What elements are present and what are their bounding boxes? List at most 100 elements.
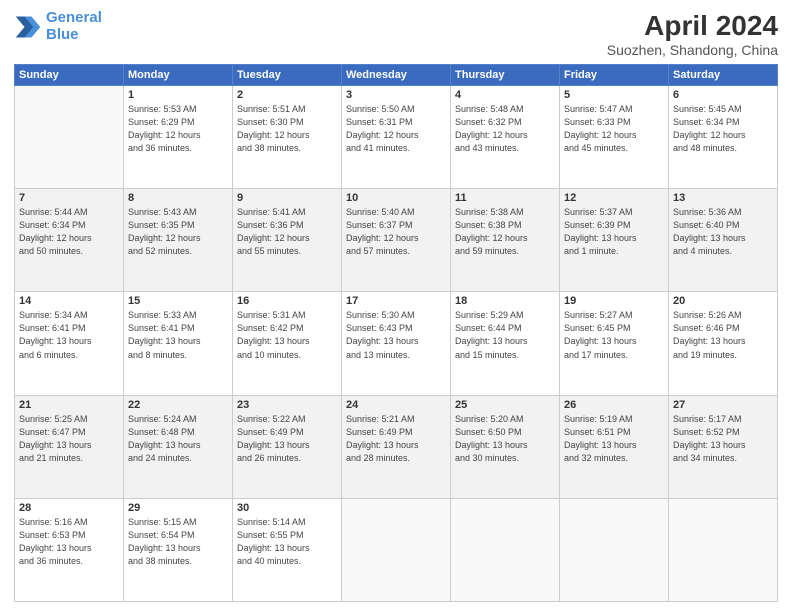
logo-line2: Blue	[46, 26, 79, 43]
day-info: Sunrise: 5:14 AM Sunset: 6:55 PM Dayligh…	[237, 516, 337, 568]
day-info: Sunrise: 5:16 AM Sunset: 6:53 PM Dayligh…	[19, 516, 119, 568]
day-info: Sunrise: 5:26 AM Sunset: 6:46 PM Dayligh…	[673, 309, 773, 361]
day-info: Sunrise: 5:27 AM Sunset: 6:45 PM Dayligh…	[564, 309, 664, 361]
day-info: Sunrise: 5:51 AM Sunset: 6:30 PM Dayligh…	[237, 103, 337, 155]
day-number: 30	[237, 502, 337, 514]
day-number: 24	[346, 399, 446, 411]
day-info: Sunrise: 5:38 AM Sunset: 6:38 PM Dayligh…	[455, 206, 555, 258]
day-cell	[451, 498, 560, 601]
day-info: Sunrise: 5:33 AM Sunset: 6:41 PM Dayligh…	[128, 309, 228, 361]
day-cell: 17 Sunrise: 5:30 AM Sunset: 6:43 PM Dayli…	[342, 292, 451, 395]
day-info: Sunrise: 5:36 AM Sunset: 6:40 PM Dayligh…	[673, 206, 773, 258]
logo: General Blue	[14, 10, 102, 43]
logo-line1: General	[46, 9, 102, 26]
day-cell: 19 Sunrise: 5:27 AM Sunset: 6:45 PM Dayli…	[560, 292, 669, 395]
day-number: 12	[564, 192, 664, 204]
day-info: Sunrise: 5:41 AM Sunset: 6:36 PM Dayligh…	[237, 206, 337, 258]
col-header-monday: Monday	[124, 65, 233, 86]
day-cell: 4 Sunrise: 5:48 AM Sunset: 6:32 PM Daylig…	[451, 86, 560, 189]
col-header-wednesday: Wednesday	[342, 65, 451, 86]
day-cell: 27 Sunrise: 5:17 AM Sunset: 6:52 PM Dayli…	[669, 395, 778, 498]
day-number: 13	[673, 192, 773, 204]
page: General Blue April 2024 Suozhen, Shandon…	[0, 0, 792, 612]
day-info: Sunrise: 5:29 AM Sunset: 6:44 PM Dayligh…	[455, 309, 555, 361]
day-number: 26	[564, 399, 664, 411]
header: General Blue April 2024 Suozhen, Shandon…	[14, 10, 778, 58]
col-header-friday: Friday	[560, 65, 669, 86]
logo-text: General Blue	[46, 10, 102, 43]
header-row: SundayMondayTuesdayWednesdayThursdayFrid…	[15, 65, 778, 86]
day-cell: 3 Sunrise: 5:50 AM Sunset: 6:31 PM Daylig…	[342, 86, 451, 189]
day-number: 20	[673, 295, 773, 307]
day-number: 29	[128, 502, 228, 514]
day-cell: 8 Sunrise: 5:43 AM Sunset: 6:35 PM Daylig…	[124, 189, 233, 292]
day-cell: 16 Sunrise: 5:31 AM Sunset: 6:42 PM Dayli…	[233, 292, 342, 395]
day-cell: 13 Sunrise: 5:36 AM Sunset: 6:40 PM Dayli…	[669, 189, 778, 292]
day-number: 16	[237, 295, 337, 307]
day-info: Sunrise: 5:21 AM Sunset: 6:49 PM Dayligh…	[346, 413, 446, 465]
subtitle: Suozhen, Shandong, China	[607, 42, 778, 58]
day-number: 17	[346, 295, 446, 307]
day-info: Sunrise: 5:25 AM Sunset: 6:47 PM Dayligh…	[19, 413, 119, 465]
day-number: 2	[237, 89, 337, 101]
day-cell: 24 Sunrise: 5:21 AM Sunset: 6:49 PM Dayli…	[342, 395, 451, 498]
day-cell	[15, 86, 124, 189]
day-number: 7	[19, 192, 119, 204]
col-header-saturday: Saturday	[669, 65, 778, 86]
day-info: Sunrise: 5:47 AM Sunset: 6:33 PM Dayligh…	[564, 103, 664, 155]
day-number: 15	[128, 295, 228, 307]
day-cell: 29 Sunrise: 5:15 AM Sunset: 6:54 PM Dayli…	[124, 498, 233, 601]
week-row-4: 21 Sunrise: 5:25 AM Sunset: 6:47 PM Dayli…	[15, 395, 778, 498]
day-cell: 26 Sunrise: 5:19 AM Sunset: 6:51 PM Dayli…	[560, 395, 669, 498]
day-number: 27	[673, 399, 773, 411]
day-number: 10	[346, 192, 446, 204]
week-row-3: 14Sunrise: 5:34 AM Sunset: 6:41 PM Dayli…	[15, 292, 778, 395]
day-info: Sunrise: 5:50 AM Sunset: 6:31 PM Dayligh…	[346, 103, 446, 155]
day-number: 14	[19, 295, 119, 307]
day-info: Sunrise: 5:53 AM Sunset: 6:29 PM Dayligh…	[128, 103, 228, 155]
day-info: Sunrise: 5:30 AM Sunset: 6:43 PM Dayligh…	[346, 309, 446, 361]
day-cell: 14Sunrise: 5:34 AM Sunset: 6:41 PM Dayli…	[15, 292, 124, 395]
day-info: Sunrise: 5:37 AM Sunset: 6:39 PM Dayligh…	[564, 206, 664, 258]
day-number: 1	[128, 89, 228, 101]
day-cell: 21 Sunrise: 5:25 AM Sunset: 6:47 PM Dayli…	[15, 395, 124, 498]
day-cell: 22 Sunrise: 5:24 AM Sunset: 6:48 PM Dayli…	[124, 395, 233, 498]
day-cell: 25Sunrise: 5:20 AM Sunset: 6:50 PM Dayli…	[451, 395, 560, 498]
day-number: 6	[673, 89, 773, 101]
day-number: 4	[455, 89, 555, 101]
day-cell: 20 Sunrise: 5:26 AM Sunset: 6:46 PM Dayli…	[669, 292, 778, 395]
day-number: 8	[128, 192, 228, 204]
day-number: 25	[455, 399, 555, 411]
main-title: April 2024	[607, 10, 778, 42]
day-info: Sunrise: 5:17 AM Sunset: 6:52 PM Dayligh…	[673, 413, 773, 465]
day-cell: 1 Sunrise: 5:53 AM Sunset: 6:29 PM Daylig…	[124, 86, 233, 189]
day-number: 22	[128, 399, 228, 411]
col-header-thursday: Thursday	[451, 65, 560, 86]
day-info: Sunrise: 5:24 AM Sunset: 6:48 PM Dayligh…	[128, 413, 228, 465]
day-cell: 11 Sunrise: 5:38 AM Sunset: 6:38 PM Dayli…	[451, 189, 560, 292]
calendar-table: SundayMondayTuesdayWednesdayThursdayFrid…	[14, 64, 778, 602]
day-number: 3	[346, 89, 446, 101]
day-info: Sunrise: 5:15 AM Sunset: 6:54 PM Dayligh…	[128, 516, 228, 568]
day-info: Sunrise: 5:43 AM Sunset: 6:35 PM Dayligh…	[128, 206, 228, 258]
day-number: 21	[19, 399, 119, 411]
day-info: Sunrise: 5:48 AM Sunset: 6:32 PM Dayligh…	[455, 103, 555, 155]
day-cell: 2 Sunrise: 5:51 AM Sunset: 6:30 PM Daylig…	[233, 86, 342, 189]
day-number: 19	[564, 295, 664, 307]
day-cell: 5Sunrise: 5:47 AM Sunset: 6:33 PM Daylig…	[560, 86, 669, 189]
day-info: Sunrise: 5:31 AM Sunset: 6:42 PM Dayligh…	[237, 309, 337, 361]
week-row-1: 1 Sunrise: 5:53 AM Sunset: 6:29 PM Daylig…	[15, 86, 778, 189]
day-info: Sunrise: 5:19 AM Sunset: 6:51 PM Dayligh…	[564, 413, 664, 465]
day-cell	[669, 498, 778, 601]
col-header-tuesday: Tuesday	[233, 65, 342, 86]
day-info: Sunrise: 5:45 AM Sunset: 6:34 PM Dayligh…	[673, 103, 773, 155]
day-cell: 23Sunrise: 5:22 AM Sunset: 6:49 PM Dayli…	[233, 395, 342, 498]
day-number: 28	[19, 502, 119, 514]
logo-icon	[14, 13, 42, 41]
day-info: Sunrise: 5:40 AM Sunset: 6:37 PM Dayligh…	[346, 206, 446, 258]
day-number: 9	[237, 192, 337, 204]
day-number: 11	[455, 192, 555, 204]
day-info: Sunrise: 5:44 AM Sunset: 6:34 PM Dayligh…	[19, 206, 119, 258]
day-cell	[342, 498, 451, 601]
day-cell	[560, 498, 669, 601]
